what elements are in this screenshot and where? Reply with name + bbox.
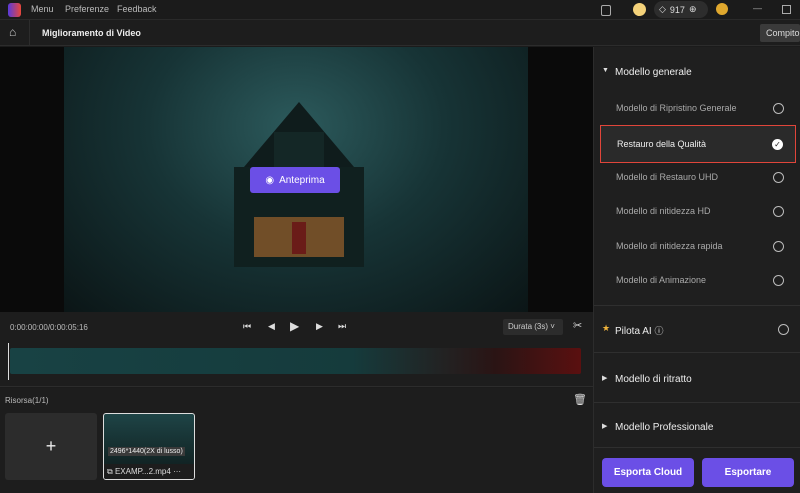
eye-icon: ◉ xyxy=(265,174,275,186)
time-display: 0:00:00:00/0:00:05:16 xyxy=(10,323,88,332)
resolution-text: 2496*1440(2X di lusso) xyxy=(110,448,183,455)
section-general[interactable]: ▼ Modello generale xyxy=(594,67,800,78)
credits-count: 917 xyxy=(669,4,685,15)
playback-controls: 0:00:00:00/0:00:05:16 ⏮ ◀ ▶ ▶ ⏭ Durata (… xyxy=(0,312,593,342)
credits-badge[interactable]: ◇ 917 ⊕ xyxy=(654,1,708,18)
model-option[interactable]: Modello di nitidezza HD xyxy=(600,194,796,228)
section-professional[interactable]: ▶ Modello Professionale xyxy=(594,422,800,433)
scissors-icon[interactable]: ✂ xyxy=(573,319,582,332)
section-title: Pilota AI xyxy=(615,326,652,337)
caret-right-icon: ▶ xyxy=(602,375,608,382)
radio-button[interactable] xyxy=(773,240,784,252)
divider xyxy=(594,447,800,448)
divider xyxy=(29,20,30,46)
section-ai-pilot[interactable]: ★ Pilota AI ⓘ xyxy=(594,323,800,337)
radio-button[interactable] xyxy=(773,102,784,114)
clip-icon: ⧉ xyxy=(107,467,113,476)
model-label: Modello di Ripristino Generale xyxy=(616,103,737,113)
minimize-icon[interactable]: — xyxy=(753,3,762,13)
shop-icon[interactable] xyxy=(633,3,646,16)
section-title: Modello di ritratto xyxy=(615,374,692,385)
trash-icon[interactable]: 🗑 xyxy=(573,393,587,406)
resource-panel: Risorsa(1/1) 🗑 + 2496*1440(2X di lusso) … xyxy=(0,388,593,493)
prev-frame-icon[interactable]: ◀ xyxy=(268,321,275,332)
toolbar: ⌂ Miglioramento di Video Compito xyxy=(0,20,800,46)
section-title: Modello generale xyxy=(615,67,692,78)
caret-right-icon: ▶ xyxy=(602,423,608,430)
play-icon[interactable]: ▶ xyxy=(290,319,299,333)
model-option[interactable]: Modello di Restauro UHD xyxy=(600,160,796,194)
section-title: Modello Professionale xyxy=(615,422,714,433)
playhead[interactable] xyxy=(8,343,9,380)
divider xyxy=(594,402,800,403)
export-cloud-label: Esporta Cloud xyxy=(613,467,683,478)
model-label: Modello di Restauro UHD xyxy=(616,172,719,182)
info-icon[interactable]: ⓘ xyxy=(654,326,663,336)
model-label: Modello di Animazione xyxy=(616,275,707,285)
resource-label: Risorsa(1/1) xyxy=(5,396,49,405)
divider xyxy=(594,305,800,306)
preview-button[interactable]: ◉ Anteprima xyxy=(250,167,340,193)
maximize-icon[interactable] xyxy=(782,5,791,14)
model-panel: ▼ Modello generale Modello di Ripristino … xyxy=(593,47,800,493)
model-label: Restauro della Qualità xyxy=(617,139,707,149)
caret-down-icon: ▼ xyxy=(602,67,609,74)
account-icon[interactable] xyxy=(716,3,728,15)
divider xyxy=(594,352,800,353)
page-title: Miglioramento di Video xyxy=(42,28,141,38)
skip-start-icon[interactable]: ⏮ xyxy=(243,321,251,332)
star-icon: ★ xyxy=(602,323,611,333)
menu-item-preferences[interactable]: Preferenze xyxy=(65,4,109,14)
duration-label: Durata (3s) xyxy=(508,322,549,331)
model-label: Modello di nitidezza rapida xyxy=(616,241,723,251)
title-bar: Menu Preferenze Feedback ◇ 917 ⊕ — xyxy=(0,0,800,20)
radio-button[interactable] xyxy=(773,274,784,286)
more-icon[interactable]: ··· xyxy=(173,467,181,476)
model-option[interactable]: Modello di Animazione xyxy=(600,263,796,297)
duration-dropdown[interactable]: Durata (3s) ˅ xyxy=(503,319,563,335)
export-button[interactable]: Esportare xyxy=(702,458,794,487)
app-logo-icon xyxy=(8,3,21,17)
clip-name: EXAMP...2.mp4 xyxy=(114,467,171,476)
menu-item-feedback[interactable]: Feedback xyxy=(117,4,157,14)
menu-item-menu[interactable]: Menu xyxy=(31,4,54,14)
model-label: Modello di nitidezza HD xyxy=(616,206,711,216)
radio-button[interactable] xyxy=(773,171,784,183)
plus-icon: + xyxy=(45,436,57,456)
add-credits-icon[interactable]: ⊕ xyxy=(689,4,697,15)
export-cloud-button[interactable]: Esporta Cloud xyxy=(602,458,694,487)
home-icon[interactable]: ⌂ xyxy=(9,25,16,39)
radio-button[interactable] xyxy=(778,324,789,335)
model-option[interactable]: Modello di Ripristino Generale xyxy=(600,91,796,125)
task-label: Compito xyxy=(766,28,800,38)
model-option[interactable]: Modello di nitidezza rapida xyxy=(600,229,796,263)
next-frame-icon[interactable]: ▶ xyxy=(316,321,323,332)
section-portrait[interactable]: ▶ Modello di ritratto xyxy=(594,374,800,385)
check-icon[interactable]: ✓ xyxy=(772,138,783,150)
preview-button-label: Anteprima xyxy=(279,174,325,186)
timeline-thumbnail-strip[interactable] xyxy=(10,348,581,374)
resolution-badge: 2496*1440(2X di lusso) xyxy=(108,447,185,456)
diamond-icon: ◇ xyxy=(659,4,666,14)
resource-clip[interactable]: 2496*1440(2X di lusso) ⧉ EXAMP...2.mp4 ·… xyxy=(103,413,195,480)
model-option-selected[interactable]: Restauro della Qualità ✓ xyxy=(600,125,796,163)
export-label: Esportare xyxy=(724,467,772,478)
clip-footer: ⧉ EXAMP...2.mp4 ··· xyxy=(104,464,194,479)
add-resource-button[interactable]: + xyxy=(5,413,97,480)
skip-end-icon[interactable]: ⏭ xyxy=(338,321,346,332)
tasks-icon[interactable] xyxy=(601,5,611,16)
radio-button[interactable] xyxy=(773,205,784,217)
task-button[interactable]: Compito xyxy=(760,24,800,42)
